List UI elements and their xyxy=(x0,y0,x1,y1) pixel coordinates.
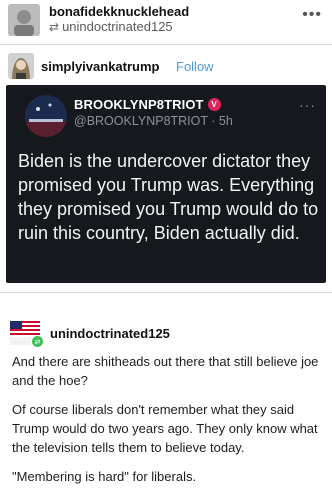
tweet-more-icon: ··· xyxy=(299,97,316,113)
tweet-avatar-image xyxy=(25,95,67,137)
reply-author[interactable]: unindoctrinated125 xyxy=(50,326,170,341)
verified-badge-icon: V xyxy=(207,98,221,111)
reblog-source[interactable]: unindoctrinated125 xyxy=(62,19,173,34)
reblog-badge-icon: ⇄ xyxy=(31,335,44,348)
source-row: simplyivankatrump Follow xyxy=(0,50,332,80)
reblog-icon: ⇄ xyxy=(49,19,60,34)
reply-header: ⇄ unindoctrinated125 xyxy=(0,318,332,348)
reply-paragraph: Of course liberals don't remember what t… xyxy=(12,402,318,455)
avatar-image xyxy=(8,4,40,36)
avatar[interactable] xyxy=(8,4,40,36)
tweet-avatar[interactable] xyxy=(25,95,67,137)
more-options-icon[interactable]: ••• xyxy=(302,6,322,24)
source-avatar[interactable] xyxy=(8,53,34,79)
reblog-line: ⇄ unindoctrinated125 xyxy=(49,19,173,34)
source-avatar-image xyxy=(8,53,34,79)
post-author[interactable]: bonafidekknucklehead xyxy=(49,4,189,19)
divider xyxy=(0,44,332,45)
post-header: bonafidekknucklehead ⇄ unindoctrinated12… xyxy=(0,0,332,44)
reply-paragraph: And there are shitheads out there that s… xyxy=(12,354,319,388)
tweet-author-name: BROOKLYNP8TRIOT xyxy=(74,97,204,112)
tweet-card: BROOKLYNP8TRIOT V @BROOKLYNP8TRIOT · 5h … xyxy=(6,85,326,283)
tweet-text: Biden is the undercover dictator they pr… xyxy=(18,151,319,243)
divider xyxy=(0,292,332,293)
reply-paragraph: "Membering is hard" for liberals. xyxy=(12,469,197,484)
tweet-handle: @BROOKLYNP8TRIOT · 5h xyxy=(74,114,233,128)
tweet-author[interactable]: BROOKLYNP8TRIOT V xyxy=(74,97,221,112)
source-name[interactable]: simplyivankatrump xyxy=(41,59,160,74)
follow-button[interactable]: Follow xyxy=(176,59,214,74)
